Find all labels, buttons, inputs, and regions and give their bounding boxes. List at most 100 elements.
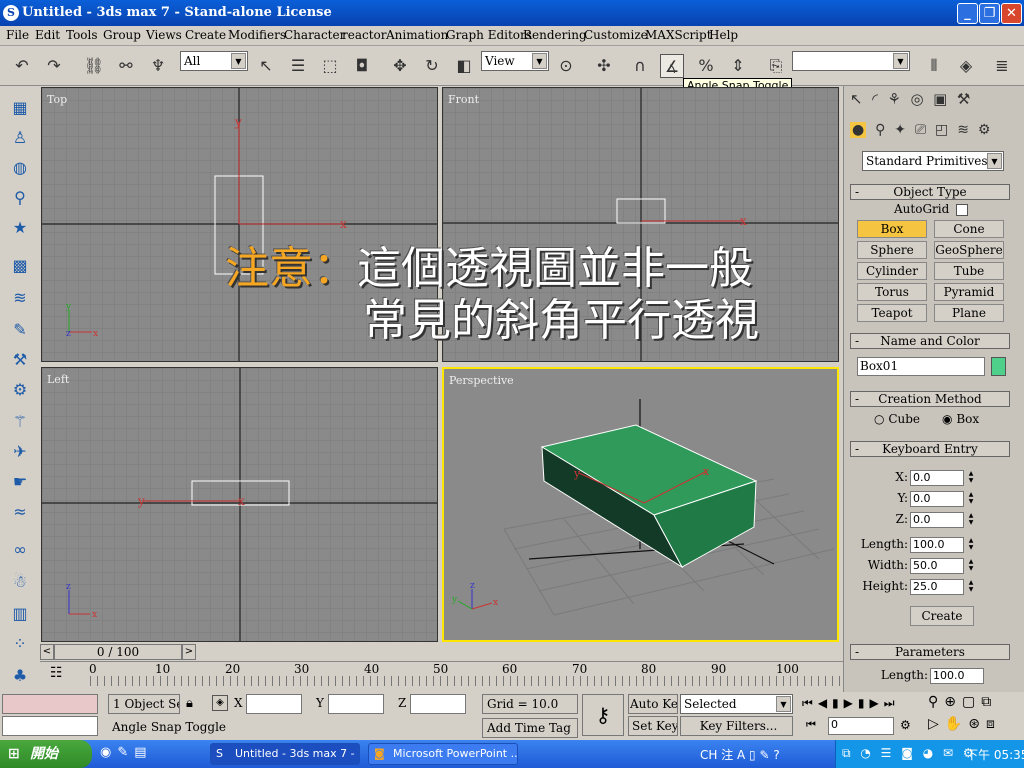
- time-slider-thumb[interactable]: 0 / 100: [54, 644, 182, 660]
- menu-views[interactable]: Views: [146, 28, 182, 42]
- rollout-object-type[interactable]: - Object Type: [850, 184, 1010, 200]
- menu-character[interactable]: Character: [284, 28, 345, 42]
- move-icon[interactable]: ✥: [388, 54, 412, 78]
- next-frame-icon[interactable]: >: [182, 644, 196, 660]
- menu-customize[interactable]: Customize: [584, 28, 648, 42]
- rollout-name-color[interactable]: - Name and Color: [850, 333, 1010, 349]
- plane-button[interactable]: Plane: [934, 304, 1004, 322]
- menu-tools[interactable]: Tools: [66, 28, 98, 42]
- manipulate-icon[interactable]: ✣: [592, 54, 616, 78]
- menu-file[interactable]: File: [6, 28, 29, 42]
- box-button[interactable]: Box: [857, 220, 927, 238]
- named-selection-set-dropdown[interactable]: ▼: [792, 51, 910, 71]
- menu-graph-editors[interactable]: Graph Editors: [446, 28, 532, 42]
- menu-modifiers[interactable]: Modifiers: [228, 28, 286, 42]
- rotate-icon[interactable]: ↻: [420, 54, 444, 78]
- sphere-button[interactable]: Sphere: [857, 241, 927, 259]
- menu-create[interactable]: Create: [185, 28, 226, 42]
- pan-icon[interactable]: ✋: [945, 716, 968, 732]
- language-bar[interactable]: CH 注 A ▯ ✎ ?: [700, 746, 780, 763]
- add-time-tag-button[interactable]: Add Time Tag: [482, 718, 578, 738]
- pivot-center-icon[interactable]: ⊙: [554, 54, 578, 78]
- geometry-icon[interactable]: ●: [850, 122, 867, 138]
- dots-icon[interactable]: ⁘: [8, 632, 32, 656]
- autogrid-checkbox[interactable]: [956, 204, 968, 216]
- light-icon[interactable]: ⚲: [8, 186, 32, 210]
- param-length-field[interactable]: 100.0: [930, 668, 984, 684]
- select-link-icon[interactable]: ⛓: [82, 54, 106, 78]
- key-selection-dropdown[interactable]: Selected ▼: [680, 694, 793, 714]
- boxes-icon[interactable]: ▦: [8, 96, 32, 120]
- angle-snap-toggle-icon[interactable]: ∡: [660, 54, 684, 78]
- hanger-icon[interactable]: ⚚: [8, 410, 32, 434]
- menu-rendering[interactable]: Rendering: [523, 28, 587, 42]
- auto-key-button[interactable]: Auto Key: [628, 694, 678, 714]
- y-spinner-icon[interactable]: ▲ ▼: [966, 491, 976, 507]
- box-radio[interactable]: ◉ Box: [942, 412, 979, 426]
- panel-icon[interactable]: ▥: [8, 602, 32, 626]
- figure-icon[interactable]: ☃: [8, 570, 32, 594]
- orbit-icon[interactable]: ⊛: [968, 716, 986, 732]
- z-coord-field[interactable]: [410, 694, 466, 714]
- create-button[interactable]: Create: [910, 606, 974, 626]
- cameras-icon[interactable]: ⎚: [915, 122, 926, 138]
- current-frame-field[interactable]: 0: [828, 717, 894, 735]
- select-object-icon[interactable]: ↖: [254, 54, 278, 78]
- width-spinner-icon[interactable]: ▲ ▼: [966, 558, 976, 574]
- fov-icon[interactable]: ▷: [928, 716, 945, 732]
- window-crossing-icon[interactable]: ◘: [350, 54, 374, 78]
- maximize-viewport-icon[interactable]: ⧈: [986, 716, 1001, 732]
- menu-group[interactable]: Group: [103, 28, 141, 42]
- link-icon[interactable]: ∞: [8, 538, 32, 562]
- z-field[interactable]: 0.0: [910, 512, 964, 528]
- cube-radio[interactable]: ○ Cube: [874, 412, 920, 426]
- rollout-parameters[interactable]: - Parameters: [850, 644, 1010, 660]
- pencil-icon[interactable]: ✎: [8, 318, 32, 342]
- close-button[interactable]: ✕: [1001, 3, 1022, 24]
- bird-icon[interactable]: ✈: [8, 440, 32, 464]
- prev-key-icon[interactable]: ◀▮: [818, 696, 844, 710]
- prev-frame-icon[interactable]: <: [40, 644, 54, 660]
- bind-space-warp-icon[interactable]: ♆: [146, 54, 170, 78]
- scale-icon[interactable]: ◧: [452, 54, 476, 78]
- start-button[interactable]: ⊞ 開始: [0, 740, 92, 768]
- spinner-snap-icon[interactable]: ⇕: [726, 54, 750, 78]
- set-key-icon[interactable]: ⚷: [582, 694, 624, 736]
- layer-manager-icon[interactable]: ≣: [990, 54, 1014, 78]
- snap-toggle-icon[interactable]: ∩: [628, 54, 652, 78]
- star-icon[interactable]: ★: [8, 216, 32, 240]
- menu-edit[interactable]: Edit: [35, 28, 60, 42]
- zoom-all-icon[interactable]: ⊕: [944, 694, 962, 710]
- y-field[interactable]: 0.0: [910, 491, 964, 507]
- tree-icon[interactable]: ♣: [8, 664, 32, 688]
- helpers-icon[interactable]: ◰: [935, 122, 948, 138]
- object-name-input[interactable]: Box01: [857, 357, 985, 376]
- utilities-tab-icon[interactable]: ⚒: [957, 90, 970, 108]
- tray-icons[interactable]: ⧉ ◔ ☰ ◙ ◕ ✉ ⚙: [842, 746, 977, 761]
- maxscript-listener-pink[interactable]: [2, 694, 98, 714]
- geosphere-button[interactable]: GeoSphere: [934, 241, 1004, 259]
- set-key-button[interactable]: Set Key: [628, 716, 678, 736]
- wave-icon[interactable]: ≈: [8, 500, 32, 524]
- x-field[interactable]: 0.0: [910, 470, 964, 486]
- zoom-extents-icon[interactable]: ▢: [962, 694, 981, 710]
- sphere-icon[interactable]: ◍: [8, 156, 32, 180]
- selection-filter-dropdown[interactable]: All ▼: [180, 51, 248, 71]
- teapot-button[interactable]: Teapot: [857, 304, 927, 322]
- reference-coordinate-dropdown[interactable]: View ▼: [481, 51, 549, 71]
- x-coord-field[interactable]: [246, 694, 302, 714]
- rectangular-selection-icon[interactable]: ⬚: [318, 54, 342, 78]
- wrench-icon[interactable]: ⚒: [8, 348, 32, 372]
- absolute-mode-icon[interactable]: ◈: [212, 695, 228, 711]
- redo-icon[interactable]: ↷: [42, 54, 66, 78]
- viewport-perspective[interactable]: y x z x y Perspective: [442, 367, 839, 642]
- pyramid-button[interactable]: Pyramid: [934, 283, 1004, 301]
- unlink-icon[interactable]: ⚯: [114, 54, 138, 78]
- cylinder-button[interactable]: Cylinder: [857, 262, 927, 280]
- menu-animation[interactable]: Animation: [386, 28, 448, 42]
- track-bar[interactable]: ☷ 0 10 20 30 40 50 60 70 80 90 100: [40, 661, 843, 687]
- shirt-icon[interactable]: ♙: [8, 126, 32, 150]
- gear-icon[interactable]: ⚙: [8, 378, 32, 402]
- viewport-label-front[interactable]: Front: [448, 93, 479, 106]
- z-spinner-icon[interactable]: ▲ ▼: [966, 512, 976, 528]
